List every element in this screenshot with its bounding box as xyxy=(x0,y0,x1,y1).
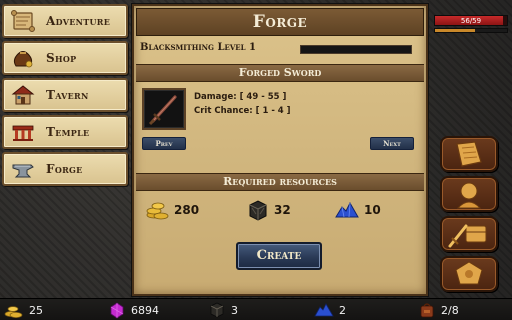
item-stats: Damage: [ 49 - 55 ] Crit Chance: [ 1 - 4… xyxy=(194,90,291,118)
character-button[interactable] xyxy=(440,176,498,212)
damage-stat: Damage: [ 49 - 55 ] xyxy=(194,92,287,102)
temple-icon xyxy=(10,120,36,144)
resources-title: Required resources xyxy=(136,173,424,191)
map-icon xyxy=(456,141,482,167)
nav-adventure-label: Adventure xyxy=(46,14,111,28)
pink-gem-icon xyxy=(110,302,124,319)
crit-stat: Crit Chance: [ 1 - 4 ] xyxy=(194,106,291,116)
blue-crystal-icon xyxy=(335,201,359,218)
nav-temple[interactable]: Temple xyxy=(2,115,128,149)
required-resources: 280 32 10 xyxy=(142,196,422,224)
create-button[interactable]: Create xyxy=(236,242,322,270)
scroll-map-icon xyxy=(10,9,36,33)
gold-count: 25 xyxy=(4,299,43,320)
blue-crystal-icon xyxy=(314,303,334,317)
level-label: Blacksmithing Level 1 xyxy=(140,42,256,53)
experience-bar xyxy=(434,28,508,33)
resource-wood: 32 xyxy=(246,196,291,224)
gold-count-value: 25 xyxy=(29,303,43,317)
bag-capacity: 2/8 xyxy=(418,299,459,320)
sword-icon xyxy=(148,95,177,126)
character-head-icon xyxy=(456,182,482,209)
next-button[interactable]: Next xyxy=(370,137,414,150)
bag-capacity-value: 2/8 xyxy=(441,303,459,317)
wood-count-value: 3 xyxy=(231,303,238,317)
gem-count-value: 6894 xyxy=(131,303,159,317)
map-button[interactable] xyxy=(440,136,498,172)
resource-wood-value: 32 xyxy=(274,203,291,217)
nav-temple-label: Temple xyxy=(46,125,90,139)
nav-adventure[interactable]: Adventure xyxy=(2,4,128,38)
forge-panel: Forge Blacksmithing Level 1 Forged Sword… xyxy=(132,4,428,296)
page-title: Forge xyxy=(136,8,424,36)
gold-coins-icon xyxy=(146,202,169,220)
resource-gold: 280 xyxy=(146,196,199,224)
prev-button[interactable]: Prev xyxy=(142,137,186,150)
nav-shop[interactable]: Shop xyxy=(2,41,128,75)
anvil-icon xyxy=(10,157,36,181)
nav-shop-label: Shop xyxy=(46,51,77,65)
wood-count: 3 xyxy=(208,299,238,320)
inventory-button[interactable] xyxy=(440,216,498,252)
currency-bar: 25 6894 3 2 2/8 xyxy=(0,298,512,320)
sigil-icon xyxy=(455,261,483,285)
tavern-house-icon xyxy=(10,83,36,107)
health-bar: 56/59 xyxy=(434,15,508,26)
wood-crate-icon xyxy=(210,302,224,318)
blacksmithing-level: Blacksmithing Level 1 xyxy=(140,42,420,58)
coin-bag-icon xyxy=(10,46,36,70)
experience-fill xyxy=(435,29,475,32)
health-text: 56/59 xyxy=(460,17,482,25)
gold-coins-icon xyxy=(4,306,23,318)
nav-forge-label: Forge xyxy=(46,162,83,176)
resource-crystal: 10 xyxy=(334,196,381,224)
resource-gold-value: 280 xyxy=(174,203,200,217)
resource-crystal-value: 10 xyxy=(364,203,381,217)
backpack-icon xyxy=(420,303,434,318)
nav-tavern-label: Tavern xyxy=(46,88,89,102)
crystal-count: 2 xyxy=(314,299,346,320)
gem-count: 6894 xyxy=(108,299,159,320)
level-progress-bar xyxy=(300,45,412,54)
inventory-chest-sword-icon xyxy=(448,224,487,248)
crystal-count-value: 2 xyxy=(339,303,346,317)
item-slot[interactable] xyxy=(142,88,186,130)
wood-crate-icon xyxy=(249,200,267,221)
nav-forge[interactable]: Forge xyxy=(2,152,128,186)
item-name: Forged Sword xyxy=(136,64,424,82)
sigil-button[interactable] xyxy=(440,256,498,292)
nav-tavern[interactable]: Tavern xyxy=(2,78,128,112)
